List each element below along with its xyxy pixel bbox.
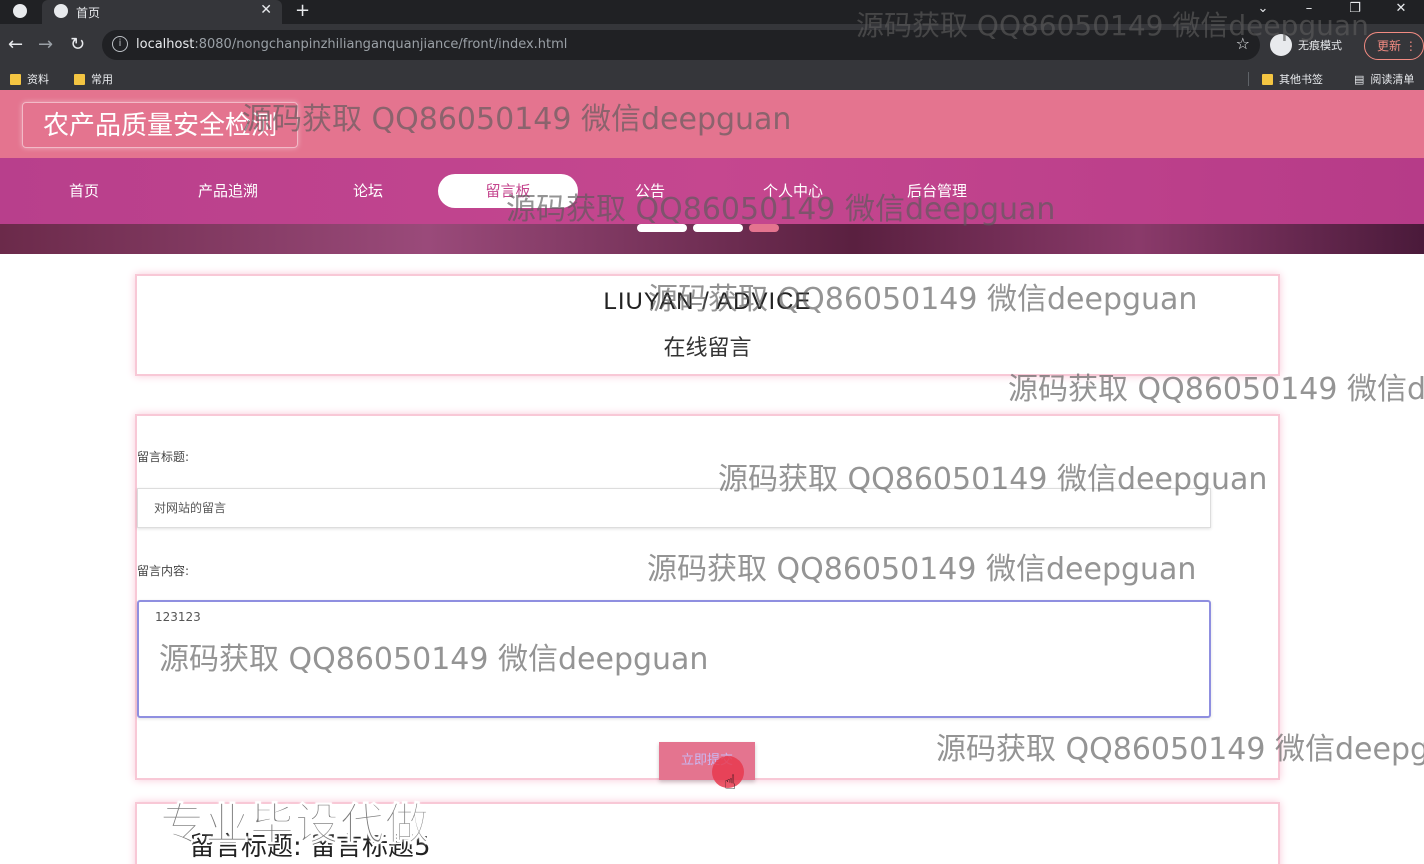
site-nav: 首页 产品追溯 论坛 留言板 公告 个人中心 后台管理 bbox=[0, 158, 1424, 224]
folder-icon bbox=[1262, 73, 1273, 85]
promo-overlay-text: 专业毕设代做 bbox=[160, 799, 430, 851]
nav-message-board[interactable]: 留言板 bbox=[438, 174, 578, 208]
info-icon[interactable]: i bbox=[112, 36, 128, 52]
message-form-card: 留言标题: 对网站的留言 留言内容: 123123 立即提交 bbox=[135, 414, 1280, 780]
restore-icon[interactable]: ❐ bbox=[1332, 0, 1378, 24]
nav-forum[interactable]: 论坛 bbox=[332, 174, 404, 208]
site-title[interactable]: 农产品质量安全检测 bbox=[22, 102, 299, 148]
new-tab-icon[interactable]: + bbox=[295, 0, 310, 21]
globe-icon bbox=[54, 4, 68, 18]
other-bookmarks[interactable]: 其他书签 bbox=[1262, 71, 1323, 87]
content-label: 留言内容: bbox=[137, 564, 190, 578]
bookmark-folder[interactable]: 常用 bbox=[74, 71, 113, 87]
nav-trace[interactable]: 产品追溯 bbox=[184, 174, 272, 208]
nav-admin[interactable]: 后台管理 bbox=[890, 174, 984, 208]
browser-tab[interactable]: 首页 ✕ bbox=[42, 0, 282, 24]
hand-cursor-icon: ☝ bbox=[724, 770, 737, 794]
carousel-dot[interactable] bbox=[693, 224, 743, 232]
browser-menu-icon[interactable] bbox=[13, 4, 27, 18]
carousel-dot-active[interactable] bbox=[749, 224, 779, 232]
reading-list-icon: ▤ bbox=[1354, 72, 1365, 86]
web-page: 农产品质量安全检测 首页 产品追溯 论坛 留言板 公告 个人中心 后台管理 LI… bbox=[0, 90, 1424, 864]
update-button[interactable]: 更新 ⋮ bbox=[1364, 32, 1424, 60]
bookmarks-bar: 资料 常用 其他书签 ▤ 阅读清单 bbox=[0, 68, 1424, 90]
browser-toolbar: ← → ↻ i localhost:8080/nongchanpinzhilia… bbox=[0, 24, 1424, 68]
banner-carousel bbox=[0, 224, 1424, 254]
window-controls: ⌄ – ❐ ✕ bbox=[1240, 0, 1424, 24]
tab-search-icon[interactable]: ⌄ bbox=[1240, 0, 1286, 24]
nav-notice[interactable]: 公告 bbox=[614, 174, 686, 208]
window-close-icon[interactable]: ✕ bbox=[1378, 0, 1424, 24]
section-title-cn: 在线留言 bbox=[663, 336, 752, 361]
nav-home[interactable]: 首页 bbox=[48, 174, 120, 208]
nav-profile[interactable]: 个人中心 bbox=[748, 174, 838, 208]
forward-icon[interactable]: → bbox=[38, 34, 53, 55]
url-text[interactable]: localhost:8080/nongchanpinzhilianganquan… bbox=[136, 37, 567, 52]
title-input[interactable]: 对网站的留言 bbox=[137, 488, 1211, 528]
folder-icon bbox=[10, 73, 21, 85]
folder-icon bbox=[74, 73, 85, 85]
bookmark-separator bbox=[1248, 72, 1249, 86]
bookmark-folder[interactable]: 资料 bbox=[10, 71, 49, 87]
title-label: 留言标题: bbox=[137, 450, 190, 464]
incognito-label: 无痕模式 bbox=[1298, 39, 1342, 52]
section-title-card: LIUYAN / ADVICE 在线留言 bbox=[135, 274, 1280, 376]
site-header: 农产品质量安全检测 bbox=[0, 90, 1424, 158]
section-title-en: LIUYAN / ADVICE bbox=[603, 288, 812, 315]
incognito-icon bbox=[1270, 34, 1292, 56]
minimize-icon[interactable]: – bbox=[1286, 0, 1332, 24]
carousel-dot[interactable] bbox=[637, 224, 687, 232]
back-icon[interactable]: ← bbox=[8, 34, 23, 55]
content-textarea[interactable]: 123123 bbox=[137, 600, 1211, 718]
close-icon[interactable]: ✕ bbox=[260, 2, 272, 18]
reload-icon[interactable]: ↻ bbox=[70, 34, 85, 55]
reading-list[interactable]: ▤ 阅读清单 bbox=[1354, 71, 1414, 87]
tab-title: 首页 bbox=[76, 6, 101, 20]
address-bar[interactable]: i localhost:8080/nongchanpinzhilianganqu… bbox=[102, 30, 1260, 60]
browser-tab-bar: 首页 ✕ + ⌄ – ❐ ✕ bbox=[0, 0, 1424, 24]
bookmark-star-icon[interactable]: ☆ bbox=[1236, 34, 1250, 53]
incognito-indicator[interactable]: 无痕模式 bbox=[1270, 34, 1342, 56]
